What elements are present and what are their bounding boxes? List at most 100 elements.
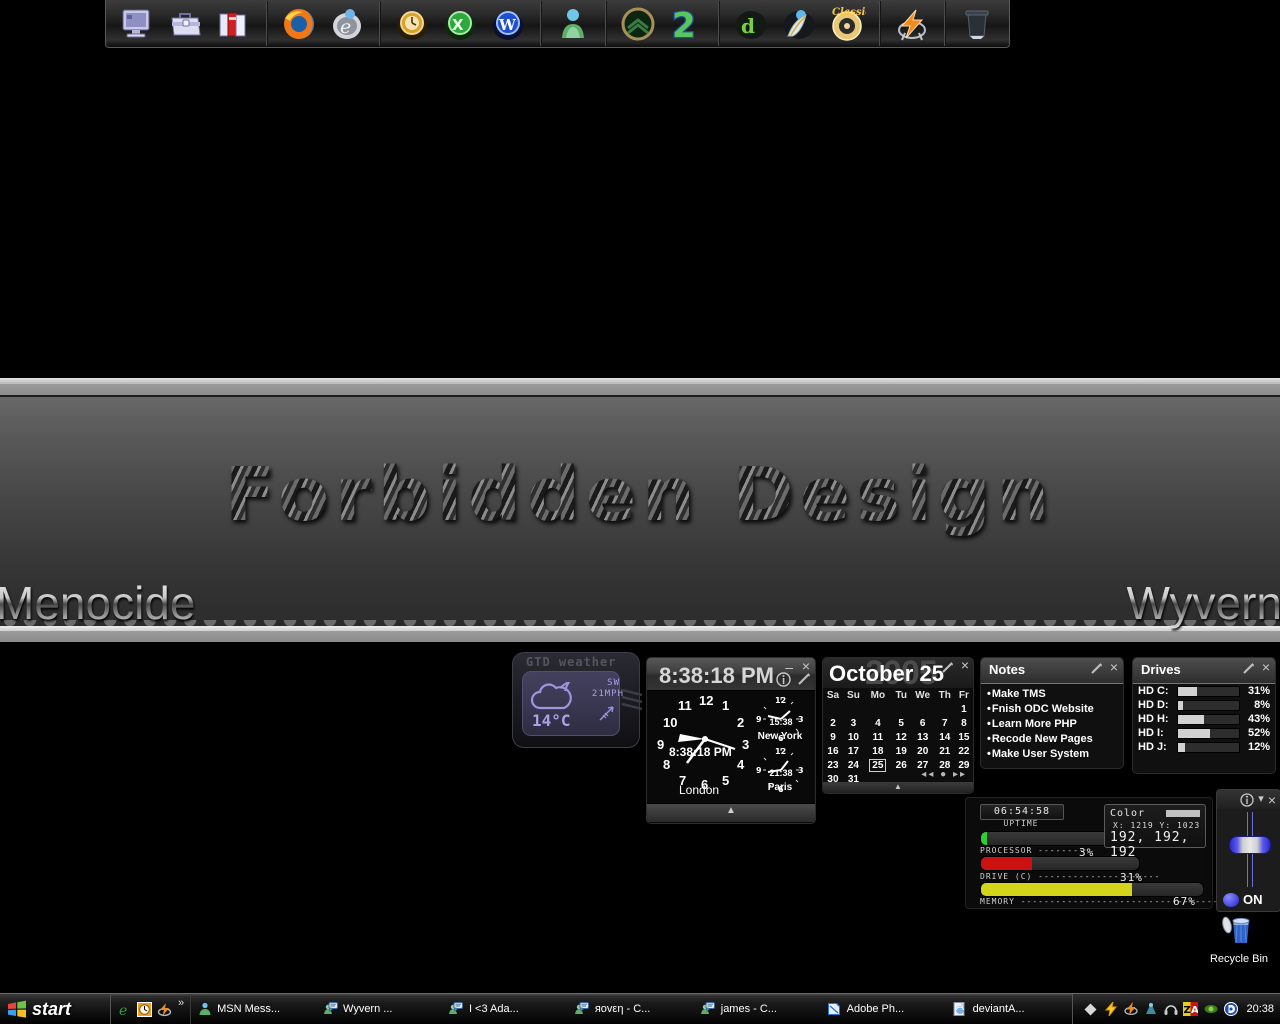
calendar-day-cell[interactable]: 4 (864, 716, 892, 730)
taskbar-task[interactable]: I <3 Ada... (443, 996, 569, 1022)
winamp-lightning-icon[interactable] (890, 4, 934, 44)
clock-info-icon[interactable] (776, 672, 791, 687)
my-documents-icon[interactable] (164, 4, 208, 44)
volume-dropdown-icon[interactable]: ▾ (1258, 794, 1264, 805)
clock-widget[interactable]: 8:38:18 PM – × 11 12 1 10 2 9 3 8 4 7 6 … (646, 657, 816, 824)
internet-explorer-icon[interactable]: e (117, 1002, 132, 1017)
calendar-day-cell[interactable]: 8 (955, 716, 973, 730)
calendar-day-cell[interactable]: 16 (823, 744, 843, 758)
tray-clock[interactable]: 20:38 (1246, 1003, 1274, 1015)
calendar-day-cell[interactable]: 22 (955, 744, 973, 758)
clock-expand-handle[interactable]: ▲ (647, 803, 815, 822)
classic-cd-icon[interactable]: Classic (825, 4, 869, 44)
volume-close-button[interactable]: × (1268, 793, 1276, 807)
calendar-day-cell[interactable]: 5 (892, 716, 911, 730)
calendar-day-cell[interactable]: 25 (864, 758, 892, 772)
taskbar-task[interactable]: Adobe Ph... (821, 996, 947, 1022)
firefox-icon[interactable] (277, 4, 321, 44)
note-item[interactable]: Make User System (987, 747, 1123, 762)
volume-state[interactable]: ON (1223, 892, 1263, 907)
calendar-prev-button[interactable]: ◂◂ (921, 769, 935, 780)
note-item[interactable]: Make TMS (987, 687, 1123, 702)
taskbar-task[interactable]: Wyvern ... (317, 996, 443, 1022)
calendar-day-cell[interactable]: 1 (955, 702, 973, 716)
my-computer-icon[interactable] (116, 4, 160, 44)
calendar-day-cell[interactable]: 15 (955, 730, 973, 744)
volume-slider-knob[interactable] (1229, 835, 1271, 854)
calendar-day-cell[interactable]: 12 (892, 730, 911, 744)
clock-icon[interactable] (137, 1001, 152, 1017)
clock-resize-icon[interactable] (797, 672, 811, 686)
calendar-day-cell[interactable]: 10 (843, 730, 864, 744)
recycle-bin[interactable]: Recycle Bin (1203, 913, 1275, 965)
zonealarm-icon[interactable]: Z A (1183, 1002, 1199, 1017)
clock-titlebar[interactable]: 8:38:18 PM – × (647, 658, 815, 691)
number-two-icon[interactable]: 2 (664, 4, 708, 44)
taskbar-task[interactable]: яovεη - C... (569, 996, 695, 1022)
calendar-day-cell[interactable]: 3 (843, 716, 864, 730)
note-item[interactable]: Recode New Pages (987, 732, 1123, 747)
clock-orb-icon[interactable] (390, 4, 434, 44)
calendar-day-cell[interactable]: 20 (911, 744, 935, 758)
calendar-day-cell[interactable]: 11 (864, 730, 892, 744)
system-tray[interactable]: Z A 20:38 (1072, 994, 1280, 1024)
notes-titlebar[interactable]: Notes × (981, 658, 1123, 684)
lightning-icon[interactable] (1103, 1002, 1118, 1017)
quicklaunch-overflow[interactable]: » (178, 997, 184, 1009)
drives-resize-icon[interactable] (1242, 662, 1255, 675)
note-item[interactable]: Fnish ODC Website (987, 702, 1123, 717)
drives-widget[interactable]: Drives × HD C: 31% HD D: 8% HD H: 43% HD I: 52%… (1132, 657, 1276, 774)
calendar-day-cell[interactable]: 2 (823, 716, 843, 730)
word-orb-icon[interactable]: W (486, 4, 530, 44)
taskbar-task[interactable]: deviantA... (947, 996, 1073, 1022)
task-list[interactable]: MSN Mess... Wyvern ... I <3 Ada... яovεη - … (191, 994, 1072, 1024)
calendar-day-cell[interactable]: 17 (843, 744, 864, 758)
volume-info-icon[interactable] (1240, 792, 1254, 807)
calendar-day-cell[interactable]: 14 (935, 730, 955, 744)
taskbar[interactable]: start e » MSN Mess... Wyvern ... I <3 Ad… (0, 993, 1280, 1024)
drives-titlebar[interactable]: Drives × (1133, 658, 1275, 684)
volume-widget[interactable]: ▾ × ON (1216, 789, 1280, 912)
notes-resize-icon[interactable] (1090, 662, 1103, 675)
dreamweaver-orb-icon[interactable]: d (729, 4, 773, 44)
calendar-expand-handle[interactable]: ▲ (823, 782, 973, 793)
quick-launch[interactable]: e » (111, 994, 192, 1024)
taskbar-task[interactable]: MSN Mess... (191, 996, 317, 1022)
calendar-day-cell[interactable]: 18 (864, 744, 892, 758)
taskbar-task[interactable]: james - C... (695, 996, 821, 1022)
calendar-close-button[interactable]: × (961, 658, 969, 672)
calendar-day-cell[interactable]: 13 (911, 730, 935, 744)
desktop[interactable]: Forbidden Design Menocide Wyvern e X W 2… (0, 0, 1280, 1024)
calendar-day-cell[interactable]: 7 (935, 716, 955, 730)
notes-close-button[interactable]: × (1110, 660, 1118, 674)
internet-explorer-icon[interactable]: e (325, 4, 369, 44)
trash-bin-icon[interactable] (955, 4, 999, 44)
citroen-badge-icon[interactable] (616, 4, 660, 44)
feather-orb-icon[interactable] (777, 4, 821, 44)
top-dock[interactable]: e X W 2 d Classi (105, 0, 1010, 48)
calendar-day-cell[interactable]: 19 (892, 744, 911, 758)
calendar-widget[interactable]: 2005 October 25 × Sa Su Mo Tu We Th Fr 1… (822, 657, 974, 794)
note-item[interactable]: Learn More PHP (987, 717, 1123, 732)
calendar-day-cell[interactable]: 6 (911, 716, 935, 730)
nvidia-icon[interactable] (1203, 1002, 1218, 1017)
winamp-icon[interactable] (1123, 1002, 1138, 1017)
calendar-day-cell[interactable]: 24 (843, 758, 864, 772)
calendar-nav[interactable]: ◂◂ ● ▸▸ (921, 769, 967, 780)
clock-close-button[interactable]: × (802, 659, 810, 673)
samurize-icon[interactable] (1143, 1002, 1158, 1017)
calendar-today-button[interactable]: ● (940, 769, 948, 780)
calendar-resize-icon[interactable] (941, 661, 954, 674)
calendar-next-button[interactable]: ▸▸ (953, 769, 967, 780)
daemon-tools-icon[interactable] (1223, 1002, 1238, 1017)
notes-widget[interactable]: Notes × Make TMSFnish ODC WebsiteLearn M… (980, 657, 1124, 769)
msn-messenger-icon[interactable] (551, 4, 595, 44)
calendar-day-cell[interactable]: 23 (823, 758, 843, 772)
headphones-icon[interactable] (1163, 1002, 1178, 1017)
diamond-icon[interactable] (1083, 1002, 1098, 1017)
start-button[interactable]: start (0, 994, 111, 1024)
calendar-day-cell[interactable]: 9 (823, 730, 843, 744)
calendar-day-cell[interactable]: 26 (892, 758, 911, 772)
folders-icon[interactable] (212, 4, 256, 44)
drives-close-button[interactable]: × (1262, 660, 1270, 674)
